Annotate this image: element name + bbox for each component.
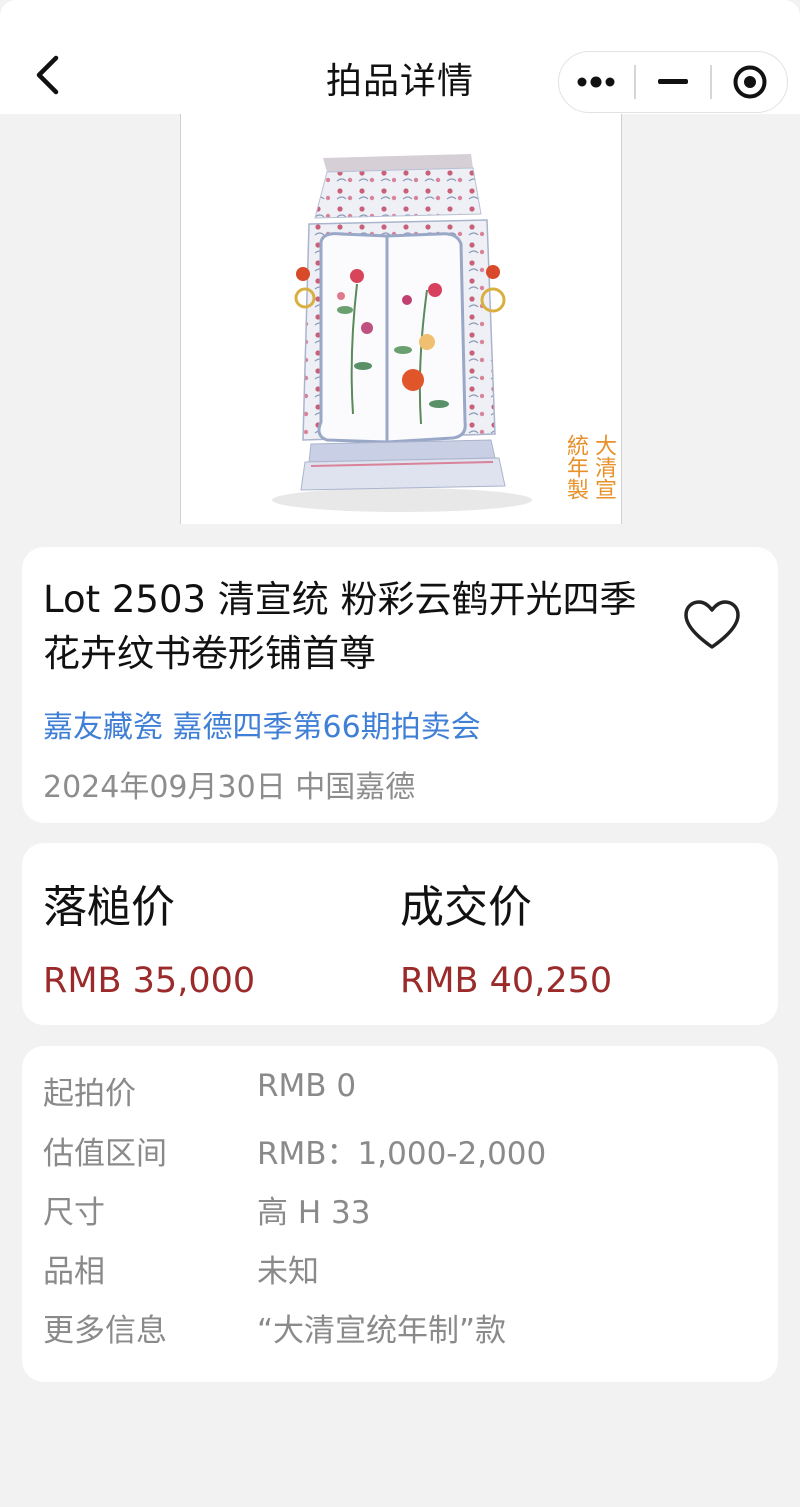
close-button[interactable] — [712, 52, 787, 112]
details-card: 起拍价 RMB 0 估值区间 RMB：1,000-2,000 尺寸 高 H 33… — [22, 1046, 778, 1382]
price-card: 落槌价 RMB 35,000 成交价 RMB 40,250 — [22, 843, 778, 1025]
lot-image[interactable]: 大清宣統年製 — [180, 114, 622, 524]
vase-illustration — [272, 154, 532, 512]
more-dots-icon — [577, 76, 615, 88]
target-circle-icon — [733, 65, 767, 99]
top-navbar: 拍品详情 — [0, 0, 800, 114]
hammer-price-value: RMB 35,000 — [43, 961, 256, 1001]
detail-value: 高 H 33 — [257, 1195, 371, 1231]
capsule-menu — [558, 51, 788, 113]
detail-row-more-info: 更多信息 “大清宣统年制”款 — [43, 1305, 743, 1349]
reign-mark-seal: 大清宣統年製 — [563, 434, 616, 500]
minimize-button[interactable] — [636, 52, 711, 112]
heart-outline-icon — [684, 600, 740, 649]
detail-row-size: 尺寸 高 H 33 — [43, 1187, 743, 1231]
more-button[interactable] — [559, 52, 634, 112]
detail-value: RMB：1,000-2,000 — [257, 1136, 547, 1172]
detail-value: 未知 — [257, 1254, 319, 1290]
deal-price-value: RMB 40,250 — [400, 961, 613, 1001]
detail-row-condition: 品相 未知 — [43, 1246, 743, 1290]
lot-title: Lot 2503 清宣统 粉彩云鹤开光四季花卉纹书卷形铺首尊 — [43, 578, 637, 675]
detail-label: 更多信息 — [43, 1313, 167, 1349]
detail-label: 品相 — [43, 1254, 105, 1290]
minus-icon — [658, 79, 688, 84]
detail-label: 尺寸 — [43, 1195, 105, 1231]
detail-row-estimate: 估值区间 RMB：1,000-2,000 — [43, 1128, 743, 1172]
hammer-price-label: 落槌价 — [43, 882, 175, 933]
lot-info-card: Lot 2503 清宣统 粉彩云鹤开光四季花卉纹书卷形铺首尊 嘉友藏瓷 嘉德四季… — [22, 547, 778, 823]
detail-value: “大清宣统年制”款 — [257, 1313, 507, 1349]
auction-date-place: 2024年09月30日 中国嘉德 — [43, 770, 416, 805]
detail-row-start-price: 起拍价 RMB 0 — [43, 1068, 743, 1112]
detail-label: 估值区间 — [43, 1136, 167, 1172]
detail-value: RMB 0 — [257, 1068, 357, 1104]
deal-price-label: 成交价 — [400, 882, 532, 933]
auction-session-link[interactable]: 嘉友藏瓷 嘉德四季第66期拍卖会 — [43, 702, 481, 746]
favorite-button[interactable] — [682, 597, 742, 653]
page: 拍品详情 大清宣統年製 Lot 2503 清宣统 粉彩云鹤开光四季花卉纹书卷形铺… — [0, 0, 800, 1507]
detail-label: 起拍价 — [43, 1076, 136, 1112]
